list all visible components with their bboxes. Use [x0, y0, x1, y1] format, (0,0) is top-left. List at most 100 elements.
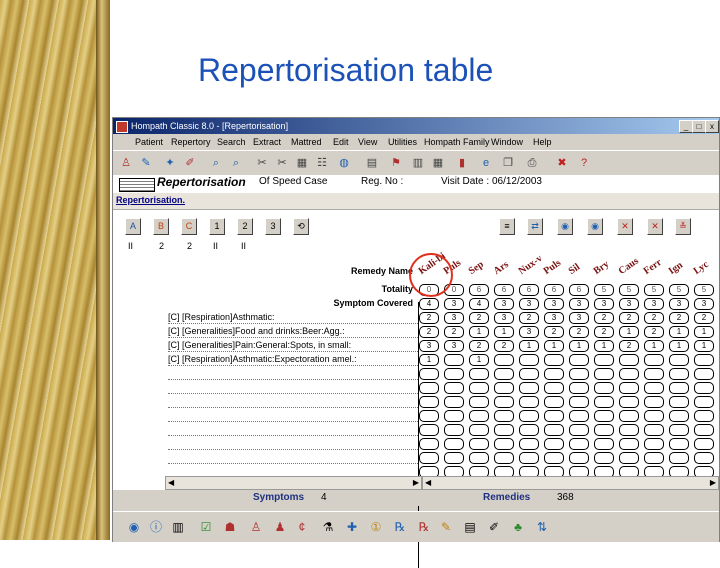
scissors-tool-icon[interactable]: ✂	[273, 155, 291, 171]
view2-button[interactable]: ◉	[587, 218, 603, 235]
cross-icon[interactable]: ✚	[343, 518, 361, 536]
undo-button[interactable]: ⟲	[293, 218, 309, 235]
extract-tool-icon[interactable]: ✂	[253, 155, 271, 171]
symptom-scrollbar[interactable]: ◀ ▶	[165, 476, 422, 490]
repertory-tool-icon[interactable]: ✎	[137, 155, 155, 171]
menu-window[interactable]: Window	[491, 134, 523, 150]
scroll-left-icon[interactable]: ◀	[425, 478, 431, 487]
info-icon[interactable]: ⓘ	[147, 518, 165, 536]
sub-header-title[interactable]: Repertorisation.	[116, 195, 185, 205]
empty-symptom-row[interactable]	[168, 421, 418, 422]
view-button[interactable]: ◉	[557, 218, 573, 235]
remedy-name[interactable]: Ars	[492, 259, 511, 277]
close-tool-icon[interactable]: ✖	[553, 155, 571, 171]
list-button[interactable]: ≡	[499, 218, 515, 235]
clear-button[interactable]: ✕	[617, 218, 633, 235]
remedy-name[interactable]: Nux-v	[517, 253, 545, 277]
maximize-button[interactable]: □	[692, 120, 706, 133]
symptom-row[interactable]: [C] [Respiration]Asthmatic:Expectoration…	[168, 353, 418, 366]
left-button-2[interactable]: 2	[237, 218, 253, 235]
symptom-row[interactable]: [C] [Respiration]Asthmatic:	[168, 311, 418, 324]
chart-tool-icon[interactable]: ▮	[453, 155, 471, 171]
check-icon[interactable]: ☑	[197, 518, 215, 536]
book-tool-icon[interactable]: ▥	[409, 155, 427, 171]
empty-symptom-row[interactable]	[168, 463, 418, 464]
menu-utilities[interactable]: Utilities	[388, 134, 417, 150]
menu-patient[interactable]: Patient	[135, 134, 163, 150]
scroll-right-icon[interactable]: ▶	[413, 478, 419, 487]
globe-tool-icon[interactable]: ◍	[335, 155, 353, 171]
close-button[interactable]: x	[705, 120, 719, 133]
remedy-name[interactable]: Puls	[542, 257, 563, 277]
slide-title: Repertorisation table	[198, 52, 494, 88]
delete-button[interactable]: ✕	[647, 218, 663, 235]
remedy-name[interactable]: Sil	[567, 262, 582, 277]
chart-icon[interactable]: ▥	[169, 518, 187, 536]
symptom-row[interactable]: [C] [Generalities]Food and drinks:Beer:A…	[168, 325, 418, 338]
flag-tool-icon[interactable]: ⚑	[387, 155, 405, 171]
pen-tool-icon[interactable]: ✐	[181, 155, 199, 171]
left-button-a[interactable]: A	[125, 218, 141, 235]
remedy-name[interactable]: Ign	[667, 260, 685, 277]
print-tool-icon[interactable]: ⎙	[523, 155, 541, 171]
remedy-name[interactable]: Lyc	[692, 259, 711, 277]
document-icon[interactable]: ▤	[461, 518, 479, 536]
reg-number: Reg. No :	[361, 176, 404, 187]
scroll-right-icon[interactable]: ▶	[710, 478, 716, 487]
tree-icon[interactable]: ♣	[509, 518, 527, 536]
clock-icon[interactable]: ①	[367, 518, 385, 536]
group-tool-icon[interactable]: ☷	[313, 155, 331, 171]
menu-mattred[interactable]: Mattred	[291, 134, 322, 150]
copy-tool-icon[interactable]: ❐	[499, 155, 517, 171]
remedy-name[interactable]: Sep	[467, 259, 486, 277]
symptom-row[interactable]: [C] [Generalities]Pain:General:Spots, in…	[168, 339, 418, 352]
sort-icon[interactable]: ⇅	[533, 518, 551, 536]
search-tool-icon[interactable]: ⌕	[207, 155, 225, 171]
home-icon[interactable]: ◉	[125, 518, 143, 536]
person-icon[interactable]: ♙	[247, 518, 265, 536]
wand-tool-icon[interactable]: ✦	[161, 155, 179, 171]
score-cell	[669, 368, 689, 380]
minimize-button[interactable]: _	[679, 120, 693, 133]
left-button-1[interactable]: 1	[209, 218, 225, 235]
rx-icon[interactable]: ℞	[391, 518, 409, 536]
group-icon[interactable]: ♟	[271, 518, 289, 536]
menu-repertory[interactable]: Repertory	[171, 134, 211, 150]
filter-button[interactable]: ≚	[675, 218, 691, 235]
remedy-name[interactable]: Bry	[592, 259, 612, 277]
left-button-3[interactable]: 3	[265, 218, 281, 235]
remedy-name[interactable]: Caus	[617, 256, 641, 277]
empty-symptom-row[interactable]	[168, 449, 418, 450]
empty-symptom-row[interactable]	[168, 435, 418, 436]
menu-extract[interactable]: Extract	[253, 134, 281, 150]
menu-hompath-family[interactable]: Hompath Family	[424, 134, 490, 150]
scroll-left-icon[interactable]: ◀	[168, 478, 174, 487]
rx2-icon[interactable]: ℞	[415, 518, 433, 536]
document-tool-icon[interactable]: ▤	[363, 155, 381, 171]
empty-symptom-row[interactable]	[168, 393, 418, 394]
left-button-b[interactable]: B	[153, 218, 169, 235]
grid-tool-icon[interactable]: ▦	[293, 155, 311, 171]
edit-icon[interactable]: ✐	[485, 518, 503, 536]
remedy-name[interactable]: Ferr	[642, 257, 664, 277]
score-cell: 3	[619, 298, 639, 310]
score-cell	[494, 410, 514, 422]
notes-icon[interactable]: ✎	[437, 518, 455, 536]
menu-help[interactable]: Help	[533, 134, 552, 150]
doctor-icon[interactable]: ☗	[221, 518, 239, 536]
left-button-c[interactable]: C	[181, 218, 197, 235]
empty-symptom-row[interactable]	[168, 407, 418, 408]
menu-view[interactable]: View	[358, 134, 377, 150]
help-tool-icon[interactable]: ?	[575, 155, 593, 171]
patient-tool-icon[interactable]: ♙	[117, 155, 135, 171]
flask-icon[interactable]: ⚗	[319, 518, 337, 536]
table-tool-icon[interactable]: ▦	[429, 155, 447, 171]
swap-button[interactable]: ⇄	[527, 218, 543, 235]
menu-edit[interactable]: Edit	[333, 134, 349, 150]
empty-symptom-row[interactable]	[168, 379, 418, 380]
menu-search[interactable]: Search	[217, 134, 246, 150]
search2-tool-icon[interactable]: ⌕	[227, 155, 245, 171]
cc-icon[interactable]: ¢	[293, 518, 311, 536]
remedy-scrollbar[interactable]: ◀ ▶	[422, 476, 719, 490]
internet-tool-icon[interactable]: e	[477, 155, 495, 171]
